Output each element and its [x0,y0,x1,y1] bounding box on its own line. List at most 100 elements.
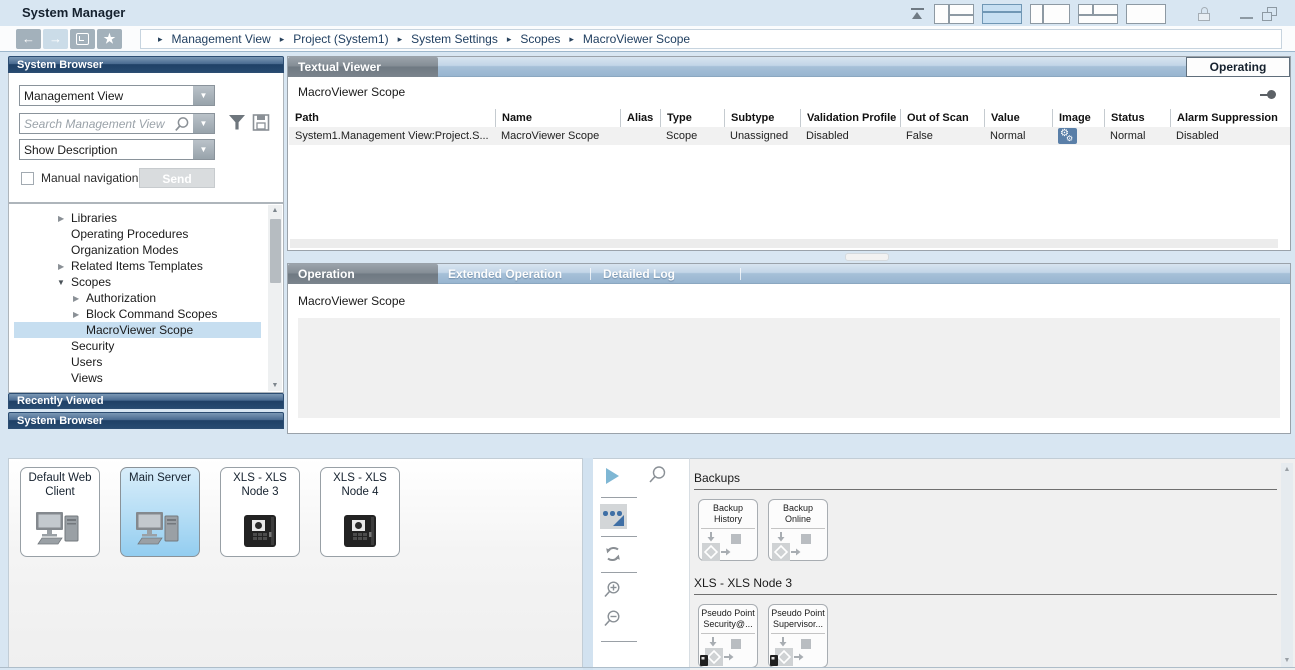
description-selector[interactable]: Show Description ▼ [19,139,215,160]
column-header-validation-profile[interactable]: Validation Profile [800,109,900,127]
operating-mode-button[interactable]: Operating [1186,57,1290,77]
node-tile-xls-node-3[interactable]: XLS - XLSNode 3 [220,467,300,557]
tree-item-scopes[interactable]: ▼ Scopes [14,274,261,290]
column-header-image[interactable]: Image [1052,109,1104,127]
column-header-alias[interactable]: Alias [620,109,660,127]
collapse-top-icon[interactable] [910,7,926,21]
tree-collapsed-icon[interactable]: ▶ [73,291,79,307]
tree-item-label: Scopes [71,274,111,290]
gears-icon[interactable]: ⚙ ⚙ [1058,128,1077,144]
column-header-out-of-scan[interactable]: Out of Scan [900,109,984,127]
tree-item-users[interactable]: Users [14,354,261,370]
tree-collapsed-icon[interactable]: ▶ [58,211,64,227]
recently-viewed-header[interactable]: Recently Viewed [8,393,284,409]
search-options-chevron-icon[interactable]: ▼ [193,114,214,133]
column-header-subtype[interactable]: Subtype [724,109,800,127]
macro-tile-backup-history[interactable]: BackupHistory [698,499,758,561]
operation-panel: Operation Extended Operation Detailed Lo… [287,263,1291,434]
table-row[interactable]: System1.Management View:Project.S... Mac… [289,127,1290,145]
tree-item-authorization[interactable]: ▶ Authorization [14,290,261,306]
column-header-path[interactable]: Path [289,109,495,127]
send-button[interactable]: Send [139,168,215,188]
scroll-down-icon[interactable]: ▼ [268,382,282,389]
zoom-in-icon[interactable] [602,580,622,600]
macro-view-selected-icon[interactable] [600,504,627,529]
column-header-alarm-suppression[interactable]: Alarm Suppression [1170,109,1290,127]
macro-tile-pseudo-point-supervisor[interactable]: Pseudo PointSupervisor... [768,604,828,668]
tree-scrollbar[interactable]: ▲ ▼ [268,205,282,391]
forward-button[interactable]: → [43,29,68,49]
tab-textual-viewer[interactable]: Textual Viewer [288,57,438,77]
breadcrumb-item-project[interactable]: Project (System1) [293,32,388,46]
operation-selection-title: MacroViewer Scope [298,294,405,308]
system-browser-collapsed-header[interactable]: System Browser [8,412,284,429]
node-label: Main Server [129,472,191,484]
restore-icon[interactable] [1262,7,1277,21]
scroll-down-icon[interactable]: ▼ [1281,657,1293,664]
column-header-name[interactable]: Name [495,109,620,127]
chevron-down-icon[interactable]: ▼ [193,86,214,105]
node-label: XLS - XLS [233,472,287,484]
scroll-up-icon[interactable]: ▲ [268,207,282,214]
back-button[interactable]: ← [16,29,41,49]
breadcrumb-item-system-settings[interactable]: System Settings [411,32,498,46]
tree-item-macroviewer-scope[interactable]: MacroViewer Scope [14,322,261,338]
macro-tile-backup-online[interactable]: BackupOnline [768,499,828,561]
search-input[interactable] [20,114,172,133]
app-title: System Manager [22,5,125,20]
tab-detailed-log[interactable]: Detailed Log [593,264,738,284]
layout-horizontal-split-icon[interactable] [982,4,1022,24]
column-header-type[interactable]: Type [660,109,724,127]
layout-quad-icon[interactable] [934,4,974,24]
view-selector[interactable]: Management View ▼ [19,85,215,106]
tree-item-libraries[interactable]: ▶ Libraries [14,210,261,226]
system-browser-header[interactable]: System Browser [8,56,284,73]
scroll-up-icon[interactable]: ▲ [1281,466,1293,473]
tree-expanded-icon[interactable]: ▼ [57,275,65,291]
tree-item-views[interactable]: Views [14,370,261,386]
column-header-status[interactable]: Status [1104,109,1170,127]
cell-type: Scope [660,127,724,145]
run-macro-icon[interactable] [606,468,619,484]
tree-item-security[interactable]: Security [14,338,261,354]
favorites-button[interactable]: ★ [97,29,122,49]
filter-icon[interactable] [228,114,246,131]
titlebar: System Manager [0,0,1295,26]
tab-extended-operation[interactable]: Extended Operation [438,264,588,284]
search-macro-icon[interactable] [647,465,667,485]
layout-bottom-split-icon[interactable] [1078,4,1118,24]
splitter-grip[interactable] [845,253,889,261]
node-tile-default-web-client[interactable]: Default WebClient [20,467,100,557]
tree-item-block-command-scopes[interactable]: ▶ Block Command Scopes [14,306,261,322]
manual-navigation-checkbox[interactable] [21,172,34,185]
cell-alias [620,127,660,145]
column-header-value[interactable]: Value [984,109,1052,127]
search-icon[interactable] [174,116,190,132]
tree-item-organization-modes[interactable]: Organization Modes [14,242,261,258]
node-tile-xls-node-4[interactable]: XLS - XLSNode 4 [320,467,400,557]
table-header-row: Path Name Alias Type Subtype Validation … [289,109,1290,127]
history-button[interactable] [70,29,95,49]
scrollbar-thumb[interactable] [270,219,281,283]
save-icon[interactable] [252,114,270,131]
zoom-out-icon[interactable] [602,609,622,629]
minimize-icon[interactable] [1240,7,1254,21]
tree-collapsed-icon[interactable]: ▶ [73,307,79,323]
breadcrumb-item-management-view[interactable]: Management View [172,32,271,46]
bottom-splitter-strip[interactable] [583,458,593,670]
chevron-down-icon[interactable]: ▼ [193,140,214,159]
layout-single-icon[interactable] [1126,4,1166,24]
layout-vertical-split-icon[interactable] [1030,4,1070,24]
pin-icon[interactable] [1260,90,1276,99]
tree-item-operating-procedures[interactable]: Operating Procedures [14,226,261,242]
tree-collapsed-icon[interactable]: ▶ [58,259,64,275]
breadcrumb-item-macroviewer-scope[interactable]: MacroViewer Scope [583,32,690,46]
macro-tile-pseudo-point-security[interactable]: Pseudo PointSecurity@... [698,604,758,668]
macro-list-scrollbar[interactable]: ▲ ▼ [1281,463,1293,667]
tab-operation[interactable]: Operation [288,264,438,284]
node-tile-main-server[interactable]: Main Server [120,467,200,557]
tree-item-related-items-templates[interactable]: ▶ Related Items Templates [14,258,261,274]
tree-item-label: Views [71,370,103,386]
refresh-icon[interactable] [602,544,624,564]
breadcrumb-item-scopes[interactable]: Scopes [520,32,560,46]
